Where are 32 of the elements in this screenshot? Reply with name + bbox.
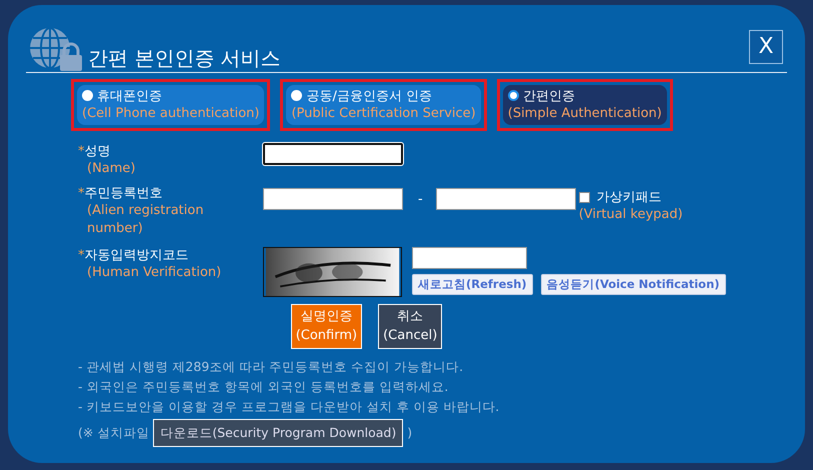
captcha-button[interactable]: 음성듣기(Voice Notification)	[540, 274, 726, 295]
name-field[interactable]	[263, 142, 403, 165]
confirm-button[interactable]: 실명인증 (Confirm)	[290, 304, 362, 349]
auth-tab[interactable]: 간편인증 (Simple Authentication)	[502, 85, 667, 125]
separator-text: -	[418, 190, 423, 209]
field-label: 주민등록번호	[84, 184, 162, 202]
field-label: 성명	[84, 142, 110, 160]
keypad-label: 가상키패드	[596, 188, 662, 206]
notice-text: (※ 설치파일	[78, 424, 150, 442]
auth-tab[interactable]: 휴대폰인증 (Cell Phone authentication)	[77, 85, 264, 125]
keypad-sublabel: (Virtual keypad)	[578, 206, 683, 224]
notice-text: - 키보드보안을 이용할 경우 프로그램을 다운받아 설치 후 이용 바랍니다.	[78, 398, 500, 416]
download-button[interactable]: 다운로드(Security Program Download)	[153, 418, 404, 447]
field-sublabel: (Human Verification)	[86, 264, 222, 282]
required-mark: *	[78, 184, 84, 202]
captcha-button[interactable]: 새로고침(Refresh)	[412, 274, 533, 295]
cancel-button[interactable]: 취소 (Cancel)	[378, 304, 442, 349]
notice-text: - 관세법 시행령 제289조에 따라 주민등록번호 수집이 가능합니다.	[78, 358, 464, 376]
auth-tab[interactable]: 공동/금융인증서 인증 (Public Certification Service)	[286, 85, 481, 125]
field-label: 자동입력방지코드	[84, 246, 188, 264]
field-sublabel: (Name)	[86, 160, 136, 178]
id-second-field[interactable]	[436, 188, 576, 210]
field-sublabel: (Alien registration number)	[86, 202, 205, 238]
id-first-field[interactable]	[263, 188, 403, 210]
required-mark: *	[78, 142, 84, 160]
captcha-field[interactable]	[412, 246, 527, 269]
notice-text: )	[407, 424, 412, 442]
notice-text: - 외국인은 주민등록번호 항목에 외국인 등록번호를 입력하세요.	[78, 378, 450, 396]
close-button[interactable]: X	[749, 30, 783, 64]
keypad-checkbox[interactable]	[578, 192, 590, 204]
required-mark: *	[78, 246, 84, 264]
dialog-title: 간편 본인인증 서비스	[88, 48, 281, 72]
